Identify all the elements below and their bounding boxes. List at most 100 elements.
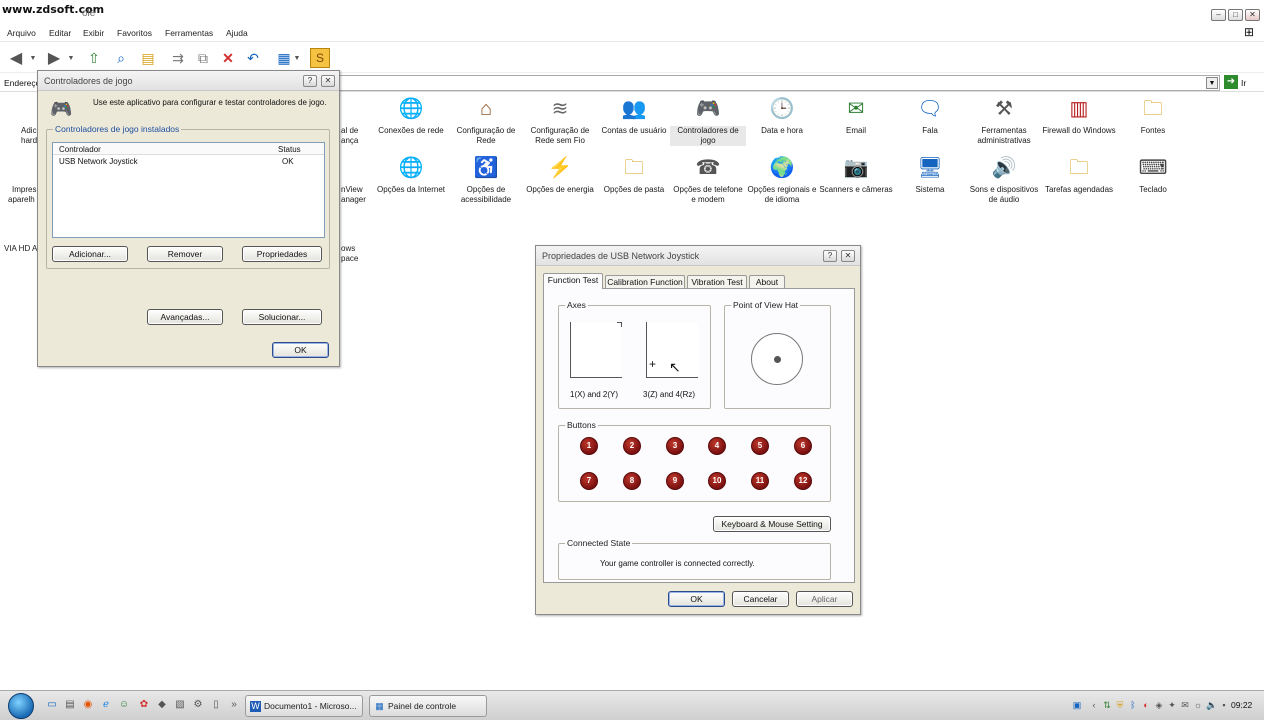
cp-phone-modem[interactable]: ☎ Opções de telefone e modem	[670, 155, 746, 205]
firefox-icon[interactable]: ◉	[82, 699, 94, 711]
delete-icon[interactable]: ✕	[218, 48, 238, 68]
help-button[interactable]: ?	[823, 250, 837, 262]
app-icon[interactable]: ▯	[210, 699, 222, 711]
ok-button[interactable]: OK	[272, 342, 329, 358]
cp-keyboard[interactable]: ⌨ Teclado	[1115, 155, 1191, 195]
go-label[interactable]: Ir	[1241, 78, 1246, 88]
up-folder-icon[interactable]: ⇧	[84, 48, 104, 68]
properties-button[interactable]: Propriedades	[242, 246, 322, 262]
close-button[interactable]: ✕	[1245, 9, 1260, 21]
cancel-button[interactable]: Cancelar	[732, 591, 789, 607]
copy-to-icon[interactable]: ⧉	[193, 48, 213, 68]
cp-folder-options[interactable]: 🗀 Opções de pasta	[596, 155, 672, 195]
ie-icon[interactable]: ℯ	[100, 699, 112, 711]
cp-email[interactable]: ✉ Email	[818, 96, 894, 136]
move-to-icon[interactable]: ⇉	[168, 48, 188, 68]
app-icon[interactable]: ✿	[138, 699, 150, 711]
language-icon[interactable]: ▣	[1072, 700, 1082, 710]
show-desktop-icon[interactable]: ▭	[46, 699, 58, 711]
tray-app-icon[interactable]: ◈	[1154, 700, 1164, 710]
menu-arquivo[interactable]: Arquivo	[7, 28, 36, 38]
menu-editar[interactable]: Editar	[49, 28, 71, 38]
cp-power-options[interactable]: ⚡ Opções de energia	[522, 155, 598, 195]
tray-app-icon[interactable]: ▪	[1219, 700, 1229, 710]
cp-windows-firewall[interactable]: ▥ Firewall do Windows	[1041, 96, 1117, 136]
cp-scheduled-tasks[interactable]: 🗀 Tarefas agendadas	[1041, 155, 1117, 195]
volume-icon[interactable]: 🔈	[1206, 700, 1217, 710]
cp-user-accounts[interactable]: 👥 Contas de usuário	[596, 96, 672, 136]
tray-app-icon[interactable]: ✦	[1167, 700, 1177, 710]
forward-icon[interactable]: ▶	[44, 48, 64, 68]
folder-icon[interactable]: ▤	[64, 699, 76, 711]
back-dropdown-icon[interactable]: ▼	[28, 48, 38, 68]
cp-internet-options[interactable]: 🌐 Opções da Internet	[373, 155, 449, 195]
menu-ajuda[interactable]: Ajuda	[226, 28, 248, 38]
cp-sounds-audio[interactable]: 🔊 Sons e dispositivos de áudio	[966, 155, 1042, 205]
keyboard-mouse-setting-button[interactable]: Keyboard & Mouse Setting	[713, 516, 831, 532]
app-icon[interactable]: ▧	[174, 699, 186, 711]
cp-date-time[interactable]: 🕒 Data e hora	[744, 96, 820, 136]
menu-ferramentas[interactable]: Ferramentas	[165, 28, 213, 38]
cp-network-setup[interactable]: ⌂ Configuração de Rede	[448, 96, 524, 146]
address-dropdown-icon[interactable]: ▼	[1206, 77, 1218, 89]
antivirus-icon[interactable]: ◐	[1141, 700, 1151, 710]
tab-vibration-test[interactable]: Vibration Test	[687, 275, 747, 289]
undo-icon[interactable]: ↶	[243, 48, 263, 68]
taskbar-item-word[interactable]: W Documento1 - Microso...	[245, 695, 363, 717]
cp-fonts[interactable]: 🗀 Fontes	[1115, 96, 1191, 136]
ok-button[interactable]: OK	[668, 591, 725, 607]
cp-system[interactable]: 🖥 Sistema	[892, 155, 968, 195]
cp-regional-options[interactable]: 🌍 Opções regionais e de idioma	[744, 155, 820, 205]
tab-calibration[interactable]: Calibration Function	[605, 275, 685, 289]
add-button[interactable]: Adicionar...	[52, 246, 128, 262]
folders-icon[interactable]: ▤	[138, 48, 158, 68]
controllers-list[interactable]: Controlador Status USB Network Joystick …	[52, 142, 325, 238]
views-dropdown-icon[interactable]: ▼	[292, 48, 302, 68]
app-icon[interactable]: ⚙	[192, 699, 204, 711]
tray-app-icon[interactable]: ☼	[1193, 700, 1203, 710]
list-item[interactable]: USB Network Joystick OK	[53, 156, 324, 168]
column-header-status[interactable]: Status	[278, 145, 301, 154]
dialog-close-button[interactable]: ✕	[321, 75, 335, 87]
cp-item-label: Fontes	[1140, 126, 1166, 135]
troubleshoot-button[interactable]: Solucionar...	[242, 309, 322, 325]
start-button[interactable]	[8, 693, 34, 719]
scanner-icon: 📷	[843, 157, 869, 179]
cp-network-connections[interactable]: 🌐 Conexões de rede	[373, 96, 449, 136]
minimize-button[interactable]: –	[1211, 9, 1226, 21]
taskbar-item-control-panel[interactable]: ▦ Painel de controle	[369, 695, 487, 717]
shield-icon[interactable]: ⛨	[1115, 700, 1125, 710]
cp-accessibility[interactable]: ♿ Opções de acessibilidade	[448, 155, 524, 205]
help-button[interactable]: ?	[303, 75, 317, 87]
apply-button[interactable]: Aplicar	[796, 591, 853, 607]
tab-function-test[interactable]: Function Test	[543, 273, 603, 289]
advanced-button[interactable]: Avançadas...	[147, 309, 223, 325]
remove-button[interactable]: Remover	[147, 246, 223, 262]
network-icon[interactable]: ⇅	[1102, 700, 1112, 710]
menu-favoritos[interactable]: Favoritos	[117, 28, 152, 38]
messenger-icon[interactable]: ☺	[118, 699, 130, 711]
clock[interactable]: 09:22	[1231, 700, 1252, 710]
search-icon[interactable]: ⌕	[111, 48, 131, 68]
menu-exibir[interactable]: Exibir	[83, 28, 104, 38]
tray-app-icon[interactable]: ✉	[1180, 700, 1190, 710]
views-icon[interactable]: ▦	[274, 48, 294, 68]
cp-wireless-setup[interactable]: ≋ Configuração de Rede sem Fio	[522, 96, 598, 146]
task-label: Painel de controle	[388, 701, 457, 711]
cp-admin-tools[interactable]: ⚒ Ferramentas administrativas	[966, 96, 1042, 146]
cp-speech[interactable]: 🗨 Fala	[892, 96, 968, 136]
cp-scanners-cameras[interactable]: 📷 Scanners e câmeras	[818, 155, 894, 195]
bluetooth-icon[interactable]: ᛒ	[1128, 700, 1138, 710]
dialog-close-button[interactable]: ✕	[841, 250, 855, 262]
tray-expand-icon[interactable]: ‹	[1089, 700, 1099, 710]
cp-game-controllers[interactable]: 🎮 Controladores de jogo	[670, 96, 746, 146]
app-icon[interactable]: ◆	[156, 699, 168, 711]
sync-icon[interactable]: S	[310, 48, 330, 68]
maximize-button[interactable]: □	[1228, 9, 1243, 21]
tab-about[interactable]: About	[749, 275, 785, 289]
quick-launch-expand-icon[interactable]: »	[228, 699, 240, 711]
column-header-controller[interactable]: Controlador	[59, 145, 101, 154]
go-arrow-icon[interactable]: ➜	[1224, 75, 1238, 89]
back-icon[interactable]: ◀	[6, 48, 26, 68]
forward-dropdown-icon[interactable]: ▼	[66, 48, 76, 68]
